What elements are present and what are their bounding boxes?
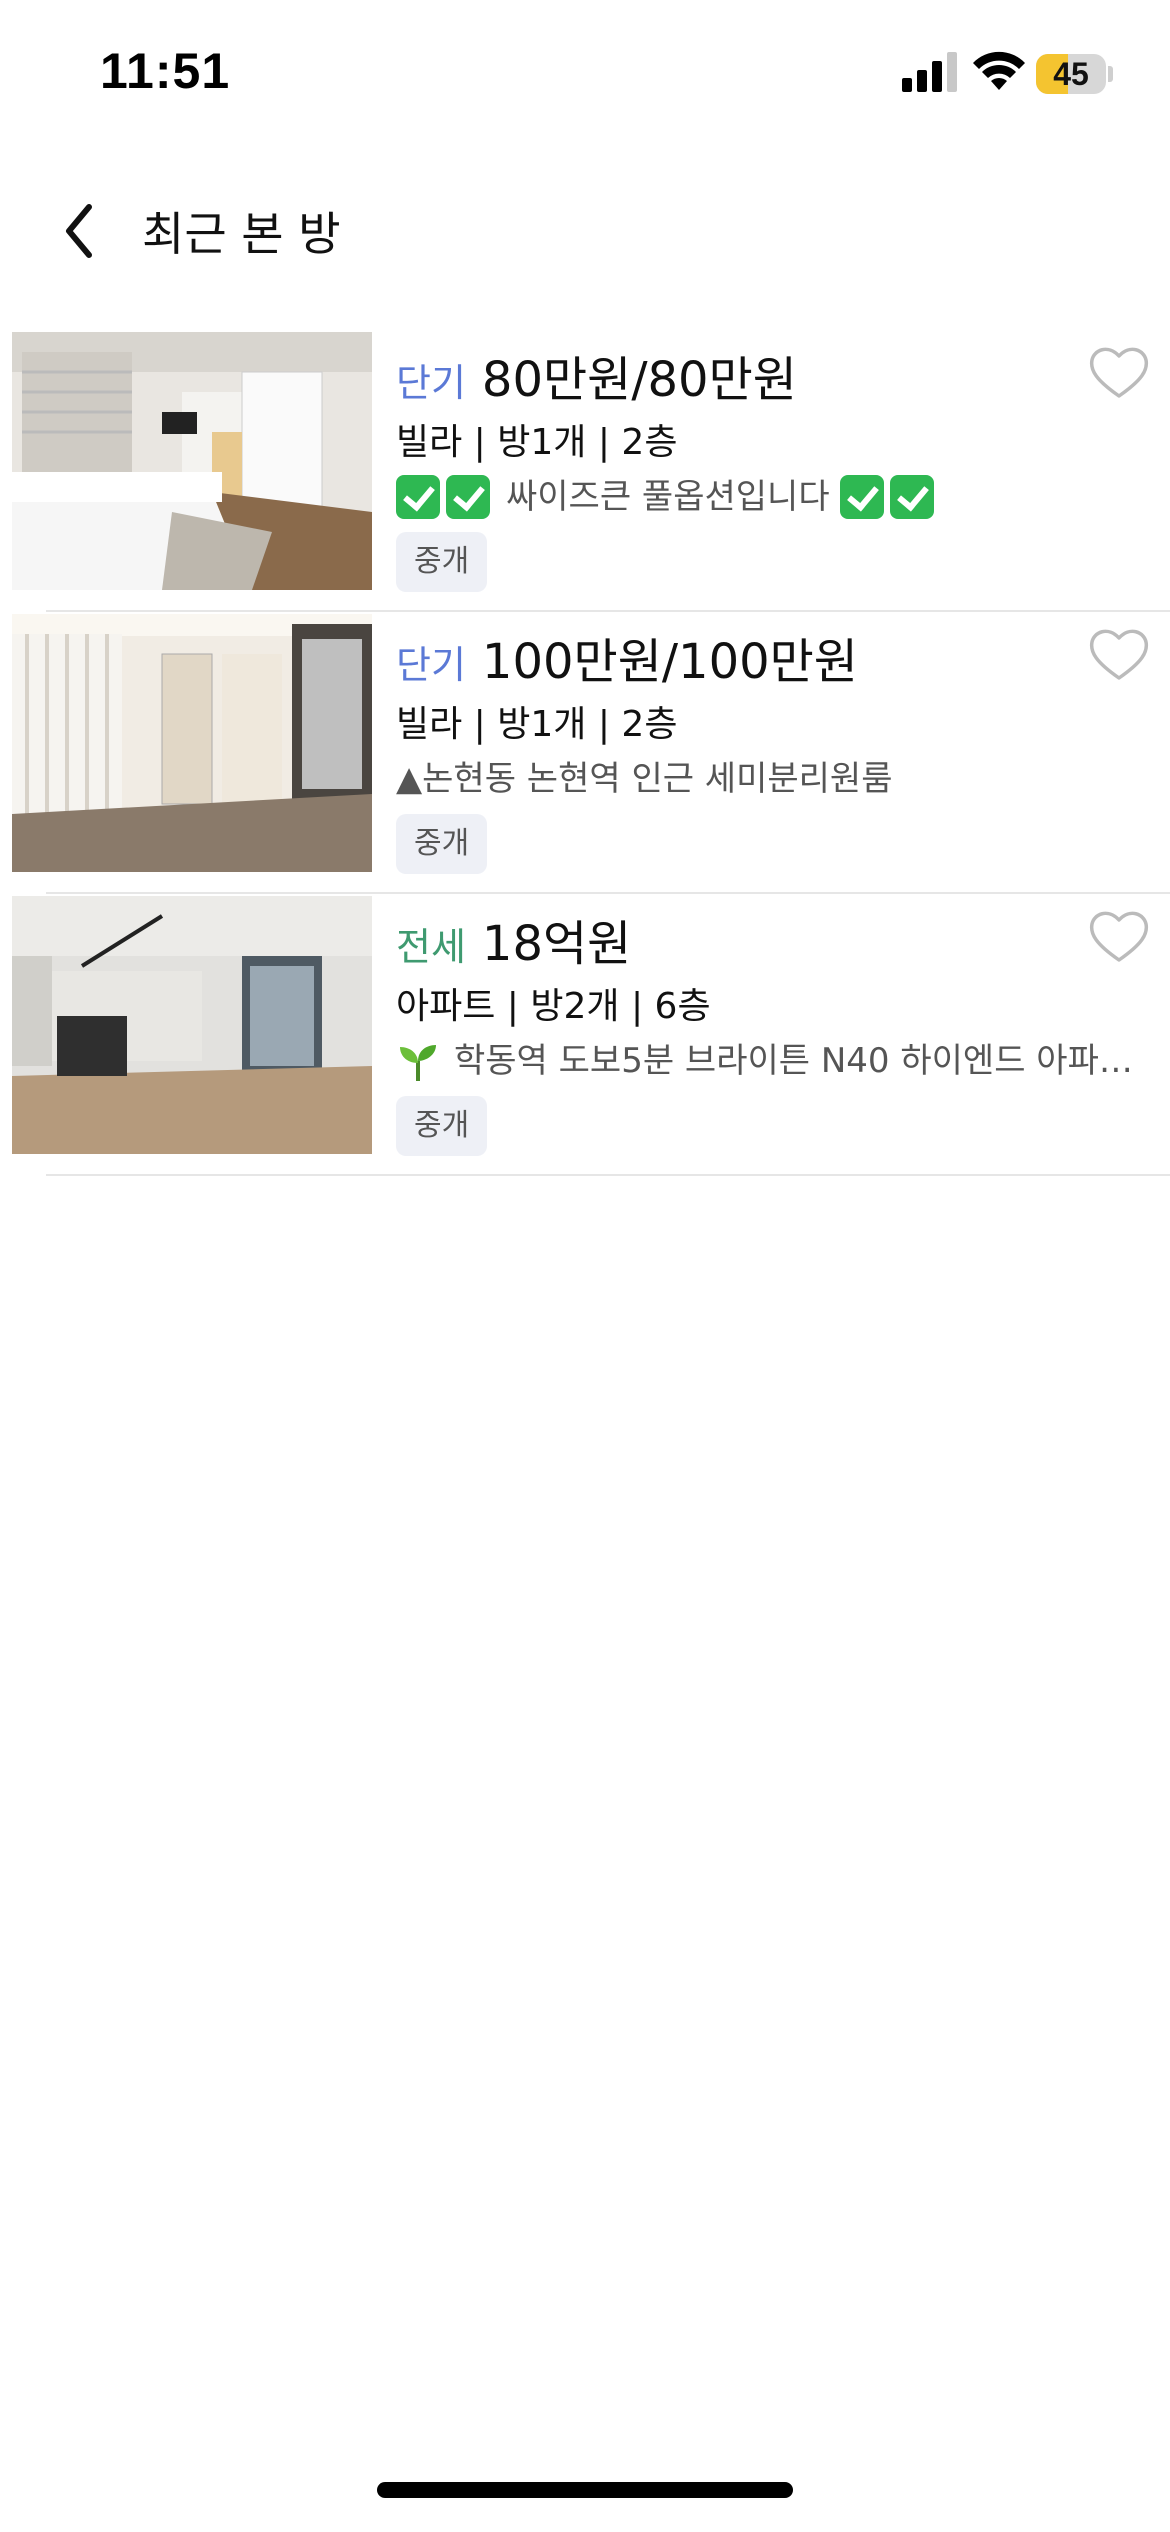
listing-photo — [12, 896, 372, 1154]
listing-description: 학동역 도보5분 브라이튼 N40 하이엔드 아파… — [396, 1034, 1136, 1088]
recently-viewed-rooms-screen: 11:51 45 최근 본 방 단기 80만원/80만원 빌라 | 방1개 | … — [0, 0, 1170, 2532]
chevron-left-icon — [66, 204, 92, 258]
deal-type: 전세 — [396, 925, 466, 969]
broker-badge: 중개 — [396, 814, 488, 874]
back-button[interactable] — [44, 196, 114, 266]
wifi-icon — [973, 51, 1025, 90]
listing-item[interactable]: 단기 100만원/100만원 빌라 | 방1개 | 2층 ▲논현동 논현역 인근… — [0, 612, 1170, 894]
check-box-icon — [396, 475, 440, 519]
listing-meta: 빌라 | 방1개 | 2층 — [396, 704, 678, 745]
listing-photo — [12, 614, 372, 872]
listing-meta: 아파트 | 방2개 | 6층 — [396, 986, 711, 1027]
listing-description: ▲논현동 논현역 인근 세미분리원룸 — [396, 752, 1136, 806]
price: 80만원/80만원 — [481, 352, 797, 408]
cellular-signal-icon — [902, 52, 957, 92]
listing-item[interactable]: 전세 18억원 아파트 | 방2개 | 6층 학동역 도보5분 브라이튼 N40… — [0, 894, 1170, 1176]
battery-icon: 45 — [1036, 54, 1106, 94]
price-line: 단기 80만원/80만원 — [396, 340, 1096, 412]
heart-icon[interactable] — [1088, 908, 1150, 964]
price-line: 단기 100만원/100만원 — [396, 622, 1096, 694]
listing-meta: 빌라 | 방1개 | 2층 — [396, 422, 678, 463]
deal-type: 단기 — [396, 361, 466, 405]
listing-info: 단기 100만원/100만원 빌라 | 방1개 | 2층 ▲논현동 논현역 인근… — [396, 622, 1096, 874]
broker-badge: 중개 — [396, 1096, 488, 1156]
listing-photo — [12, 332, 372, 590]
listing-description-text: 싸이즈큰 풀옵션입니다 — [506, 477, 830, 517]
page-title: 최근 본 방 — [142, 207, 341, 261]
listing-item[interactable]: 단기 80만원/80만원 빌라 | 방1개 | 2층 싸이즈큰 풀옵션입니다 중… — [0, 330, 1170, 612]
home-indicator[interactable] — [377, 2482, 793, 2498]
check-box-icon — [889, 475, 934, 519]
listing-info: 전세 18억원 아파트 | 방2개 | 6층 학동역 도보5분 브라이튼 N40… — [396, 904, 1133, 1156]
listing-info: 단기 80만원/80만원 빌라 | 방1개 | 2층 싸이즈큰 풀옵션입니다 중… — [396, 340, 1096, 592]
check-box-icon — [446, 475, 490, 519]
broker-badge: 중개 — [396, 532, 488, 592]
listing-description: 싸이즈큰 풀옵션입니다 — [396, 470, 1136, 524]
heart-icon[interactable] — [1088, 344, 1150, 400]
header: 최근 본 방 — [0, 170, 1170, 290]
price-line: 전세 18억원 — [396, 904, 1096, 976]
sprout-icon — [400, 1045, 436, 1081]
status-time: 11:51 — [100, 43, 231, 99]
listing-description-text: ▲논현동 논현역 인근 세미분리원룸 — [396, 759, 893, 799]
status-bar: 11:51 45 — [0, 0, 1170, 150]
battery-percent: 45 — [1053, 56, 1089, 92]
divider — [46, 1174, 1170, 1176]
listing-description-text: 학동역 도보5분 브라이튼 N40 하이엔드 아파… — [454, 1041, 1133, 1081]
battery-cap — [1108, 66, 1113, 82]
price: 100만원/100만원 — [481, 634, 858, 690]
deal-type: 단기 — [396, 643, 466, 687]
heart-icon[interactable] — [1088, 626, 1150, 682]
check-box-icon — [839, 475, 884, 519]
listing-list: 단기 80만원/80만원 빌라 | 방1개 | 2층 싸이즈큰 풀옵션입니다 중… — [0, 330, 1170, 1176]
price: 18억원 — [481, 916, 632, 972]
